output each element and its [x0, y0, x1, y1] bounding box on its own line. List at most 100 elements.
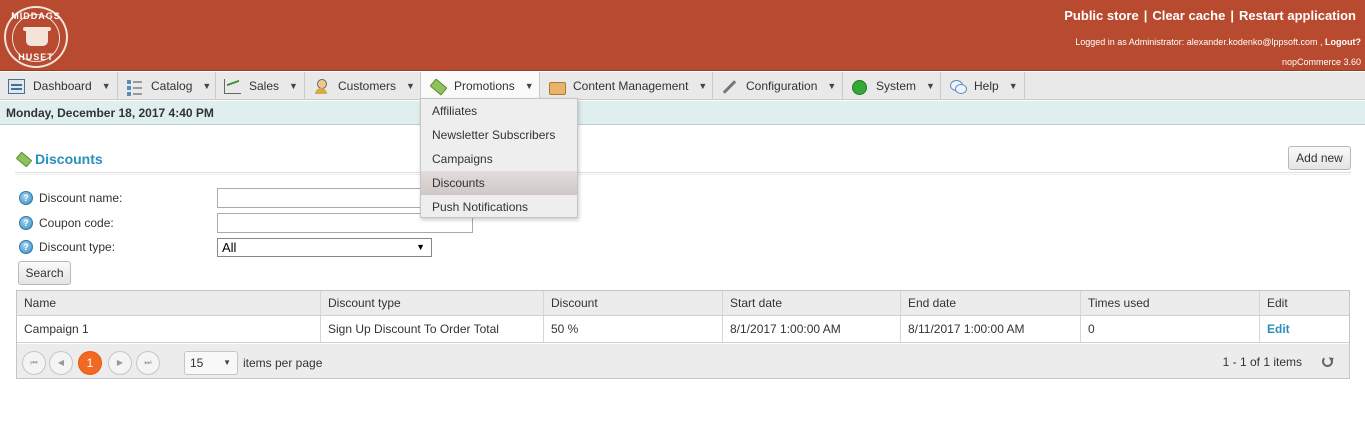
logo-top-text: MIDDAGS — [11, 11, 61, 21]
menu-sales[interactable]: Sales ▼ — [216, 72, 305, 100]
grid-pager: ⏮ ◀ 1 ▶ ⏭ 15 ▼ items per page 1 - 1 of 1… — [17, 344, 1349, 378]
dropdown-item-push-notifications[interactable]: Push Notifications — [421, 195, 577, 219]
items-per-page-label: items per page — [243, 356, 323, 370]
dropdown-item-discounts[interactable]: Discounts — [421, 171, 577, 195]
dropdown-item-affiliates[interactable]: Affiliates — [421, 99, 577, 123]
folder-icon — [548, 79, 566, 95]
chevron-down-icon: ▼ — [524, 81, 534, 91]
refresh-icon[interactable] — [1322, 356, 1333, 367]
main-menu: Dashboard ▼ Catalog ▼ Sales ▼ Customers … — [0, 72, 1365, 100]
chat-bubbles-icon — [949, 79, 967, 94]
discount-type-value: All — [222, 240, 237, 255]
menu-label: Content Management — [573, 79, 689, 93]
help-icon[interactable]: ? — [19, 240, 33, 254]
page-size-select[interactable]: 15 ▼ — [184, 351, 238, 375]
clear-cache-link[interactable]: Clear cache — [1152, 8, 1225, 23]
title-divider — [15, 172, 1351, 175]
column-header-discount-type[interactable]: Discount type — [321, 291, 544, 315]
table-row: Campaign 1 Sign Up Discount To Order Tot… — [17, 316, 1349, 343]
last-page-button[interactable]: ⏭ — [136, 351, 160, 375]
chevron-down-icon: ▼ — [698, 81, 708, 91]
column-header-end-date[interactable]: End date — [901, 291, 1081, 315]
page-title-text: Discounts — [35, 151, 103, 167]
menu-help[interactable]: Help ▼ — [941, 72, 1025, 100]
column-header-discount[interactable]: Discount — [544, 291, 723, 315]
chevron-down-icon: ▼ — [223, 358, 231, 367]
chevron-down-icon: ▼ — [101, 81, 111, 91]
column-header-edit: Edit — [1267, 296, 1288, 310]
restart-application-link[interactable]: Restart application — [1239, 8, 1356, 23]
chevron-down-icon: ▼ — [416, 242, 425, 252]
header-links: Public store | Clear cache | Restart applica… — [1064, 8, 1356, 23]
menu-label: Promotions — [454, 79, 515, 93]
menu-label: System — [876, 79, 917, 93]
menu-catalog[interactable]: Catalog ▼ — [118, 72, 216, 100]
coupon-code-row: ? Coupon code: — [19, 216, 114, 230]
menu-promotions[interactable]: Promotions ▼ — [421, 72, 540, 100]
add-new-button[interactable]: Add new — [1288, 146, 1351, 170]
header-bar: MIDDAGS HUSET Public store | Clear cache | R… — [0, 0, 1365, 71]
menu-content-management[interactable]: Content Management ▼ — [540, 72, 713, 100]
promotions-icon — [429, 79, 446, 94]
discounts-grid: Name Discount type Discount Start date E… — [16, 290, 1350, 379]
customers-icon — [313, 78, 330, 94]
chevron-down-icon: ▼ — [289, 81, 298, 91]
column-header-start-date[interactable]: Start date — [723, 291, 901, 315]
grid-header: Name Discount type Discount Start date E… — [17, 291, 1349, 316]
current-page-button[interactable]: 1 — [78, 351, 102, 375]
cell-times-used: 0 — [1081, 316, 1260, 342]
green-circle-icon — [851, 79, 868, 95]
logo-bottom-text: HUSET — [18, 52, 54, 62]
store-logo[interactable]: MIDDAGS HUSET — [4, 6, 68, 68]
menu-label: Sales — [249, 79, 280, 93]
tag-icon — [15, 152, 31, 166]
help-icon[interactable]: ? — [19, 216, 33, 230]
chevron-down-icon: ▼ — [406, 81, 415, 91]
cell-name: Campaign 1 — [17, 316, 321, 342]
cell-discount: 50 % — [544, 316, 723, 342]
items-count-info: 1 - 1 of 1 items — [1222, 355, 1302, 369]
promotions-dropdown: Affiliates Newsletter Subscribers Campai… — [420, 98, 578, 218]
edit-link[interactable]: Edit — [1260, 316, 1349, 342]
menu-label: Dashboard — [33, 79, 92, 93]
chevron-down-icon: ▼ — [1008, 81, 1018, 91]
cell-start-date: 8/1/2017 1:00:00 AM — [723, 316, 901, 342]
chevron-down-icon: ▼ — [202, 81, 212, 91]
page-size-value: 15 — [190, 356, 204, 370]
menu-label: Configuration — [746, 79, 818, 93]
next-page-button[interactable]: ▶ — [108, 351, 132, 375]
cell-end-date: 8/11/2017 1:00:00 AM — [901, 316, 1081, 342]
discount-name-row: ? Discount name: — [19, 191, 122, 205]
discount-name-label: Discount name: — [39, 191, 123, 205]
sales-icon — [224, 78, 241, 94]
menu-dashboard[interactable]: Dashboard ▼ — [0, 72, 118, 100]
first-page-button[interactable]: ⏮ — [22, 351, 46, 375]
cell-discount-type: Sign Up Discount To Order Total — [321, 316, 544, 342]
menu-label: Customers — [338, 79, 397, 93]
menu-label: Catalog — [151, 79, 193, 93]
pot-icon — [23, 27, 51, 46]
date-bar: Monday, December 18, 2017 4:40 PM — [0, 101, 1365, 125]
dropdown-item-newsletter-subscribers[interactable]: Newsletter Subscribers — [421, 123, 577, 147]
column-header-name[interactable]: Name — [17, 291, 321, 315]
menu-label: Help — [974, 79, 999, 93]
logout-link[interactable]: Logout? — [1325, 37, 1361, 47]
chevron-down-icon: ▼ — [926, 81, 935, 91]
discount-type-select[interactable]: All ▼ — [217, 238, 432, 257]
column-header-times-used[interactable]: Times used — [1081, 291, 1260, 315]
public-store-link[interactable]: Public store — [1064, 8, 1138, 23]
search-button[interactable]: Search — [18, 261, 71, 285]
version-label: nopCommerce 3.60 — [1281, 57, 1361, 67]
discount-type-label: Discount type: — [39, 240, 116, 254]
prev-page-button[interactable]: ◀ — [49, 351, 73, 375]
menu-configuration[interactable]: Configuration ▼ — [713, 72, 843, 100]
login-text: Logged in as Administrator: alexander.ko… — [1075, 37, 1323, 47]
dropdown-item-campaigns[interactable]: Campaigns — [421, 147, 577, 171]
login-info: Logged in as Administrator: alexander.ko… — [1075, 37, 1361, 47]
page-title: Discounts — [15, 151, 103, 167]
catalog-icon — [126, 79, 143, 94]
menu-system[interactable]: System ▼ — [843, 72, 941, 100]
discount-type-row: ? Discount type: — [19, 240, 115, 254]
help-icon[interactable]: ? — [19, 191, 33, 205]
menu-customers[interactable]: Customers ▼ — [305, 72, 421, 100]
